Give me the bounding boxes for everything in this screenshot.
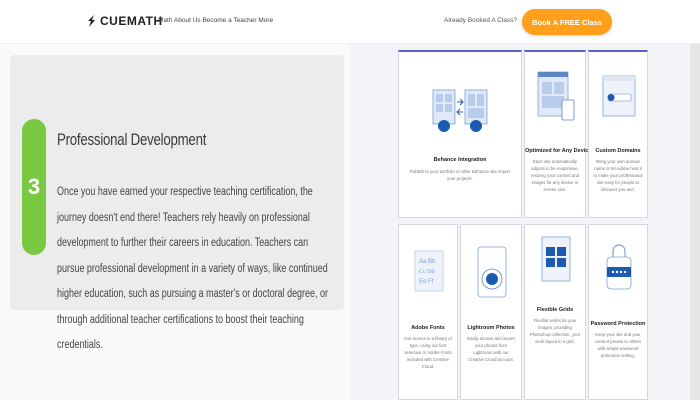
tile-optimized-any-device[interactable]: Optimized for Any Device Each site autom… (524, 50, 592, 218)
logo-text: CUEMATH (100, 14, 163, 28)
cuemath-logo[interactable]: CUEMATH (86, 14, 163, 28)
tile-description: Easily access and import your photos fro… (467, 336, 515, 362)
tile-custom-domains[interactable]: Custom Domains Bring your own domain nam… (588, 50, 648, 218)
site-header: CUEMATH Math About Us Become a Teacher M… (0, 0, 700, 44)
step-title: Professional Development (57, 130, 207, 149)
tile-description: Keep your site and your content private … (594, 332, 642, 358)
tile-title: Password Protection (590, 321, 646, 327)
grid-layout-icon (541, 236, 571, 282)
tile-description: Bring your own domain name or let Adobe … (593, 159, 643, 192)
fonts-icon: Aa Bb Cc Dd Ee Ff (414, 250, 444, 292)
tile-description: Publish to your portfolio or other Behan… (409, 169, 511, 181)
tile-description: Each site automatically adjusts to be re… (530, 159, 579, 192)
svg-text:Ee Ff: Ee Ff (419, 279, 434, 285)
tile-adobe-fonts[interactable]: Aa Bb Cc Dd Ee Ff Adobe Fonts Get access… (398, 224, 458, 400)
step-body: Once you have earned your respective tea… (57, 186, 328, 351)
tile-description: Get access to a library of type, using o… (404, 336, 452, 369)
tile-title: Behance Integration (433, 157, 487, 163)
lock-icon (606, 244, 632, 290)
rocket-icon (88, 15, 95, 27)
tile-title: Custom Domains (595, 148, 641, 154)
svg-text:Cc Dd: Cc Dd (419, 269, 435, 275)
tile-behance-integration[interactable]: Behance Integration Publish to your port… (398, 50, 522, 218)
tile-title: Flexible Grids (536, 307, 574, 313)
svg-text:Aa Bb: Aa Bb (419, 259, 436, 265)
already-booked-link[interactable]: Already Booked A Class? (444, 17, 517, 24)
main-nav[interactable]: Math About Us Become a Teacher More (158, 17, 273, 24)
tile-lightroom-photos[interactable]: Lightroom Photos Easily access and impor… (460, 224, 522, 400)
book-free-class-button[interactable]: Book A FREE Class (522, 9, 612, 35)
scrollbar[interactable] (690, 44, 700, 400)
tile-description: Flexible works for your images, providin… (529, 318, 581, 344)
browser-domain-icon (602, 75, 636, 117)
tile-title: Lightroom Photos (467, 325, 515, 331)
devices-icon (537, 71, 575, 121)
tile-title: Optimized for Any Device (525, 148, 592, 154)
step-number-badge: 3 (22, 119, 46, 255)
photos-icon (477, 246, 507, 298)
tile-flexible-grids[interactable]: Flexible Grids Flexible works for your i… (524, 224, 586, 400)
behance-integration-icon (432, 89, 488, 132)
tile-title: Adobe Fonts (411, 325, 445, 331)
tile-password-protection[interactable]: Password Protection Keep your site and y… (588, 224, 648, 400)
